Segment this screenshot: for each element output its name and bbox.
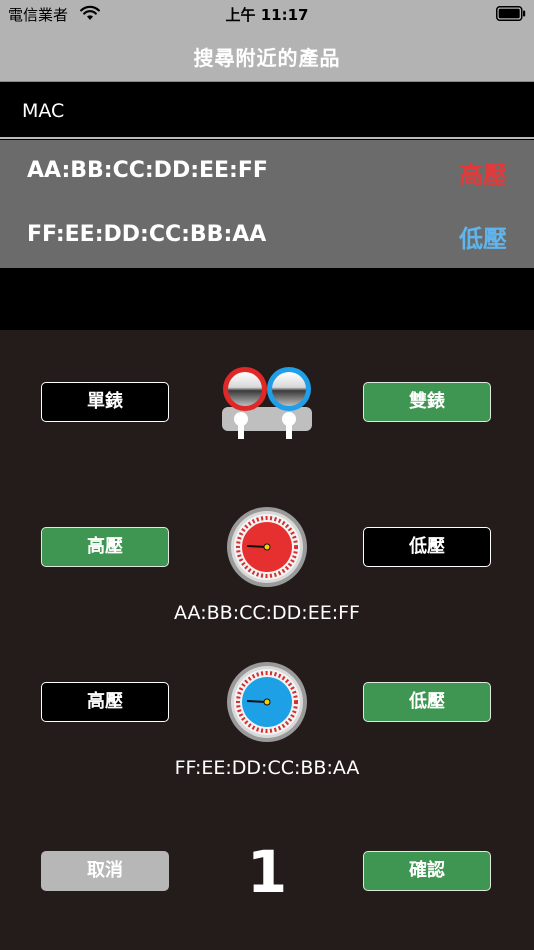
gauge2-low-pressure-button[interactable]: 低壓 [363, 682, 491, 722]
page-title: 搜尋附近的產品 [193, 46, 341, 70]
list-spacer [0, 268, 534, 330]
device-type-badge: 低壓 [459, 225, 507, 253]
low-pressure-gauge-icon [227, 662, 307, 742]
device-mac: AA:BB:CC:DD:EE:FF [27, 158, 268, 183]
device-row[interactable]: AA:BB:CC:DD:EE:FF 高壓 [0, 140, 534, 204]
mac-list-header: MAC [0, 83, 534, 139]
high-pressure-gauge-icon [227, 507, 307, 587]
double-gauge-button[interactable]: 雙錶 [363, 382, 491, 422]
device-mac: FF:EE:DD:CC:BB:AA [27, 222, 267, 247]
gauge1-high-pressure-button[interactable]: 高壓 [41, 527, 169, 567]
gauge2-high-pressure-button[interactable]: 高壓 [41, 682, 169, 722]
mac-header-label: MAC [22, 100, 65, 122]
navigation-bar: 搜尋附近的產品 [0, 28, 534, 82]
gauge1-low-pressure-button[interactable]: 低壓 [363, 527, 491, 567]
dual-gauge-icon [222, 367, 312, 439]
confirm-button[interactable]: 確認 [363, 851, 491, 891]
status-bar: 電信業者 上午 11:17 [0, 0, 534, 28]
single-gauge-button[interactable]: 單錶 [41, 382, 169, 422]
device-list: AA:BB:CC:DD:EE:FF 高壓 FF:EE:DD:CC:BB:AA 低… [0, 140, 534, 268]
battery-icon [496, 6, 526, 21]
device-row[interactable]: FF:EE:DD:CC:BB:AA 低壓 [0, 204, 534, 268]
status-time: 上午 11:17 [225, 6, 309, 24]
gauge2-mac-label: FF:EE:DD:CC:BB:AA [174, 757, 360, 779]
device-type-badge: 高壓 [459, 161, 507, 189]
gauge1-mac-label: AA:BB:CC:DD:EE:FF [174, 602, 360, 624]
